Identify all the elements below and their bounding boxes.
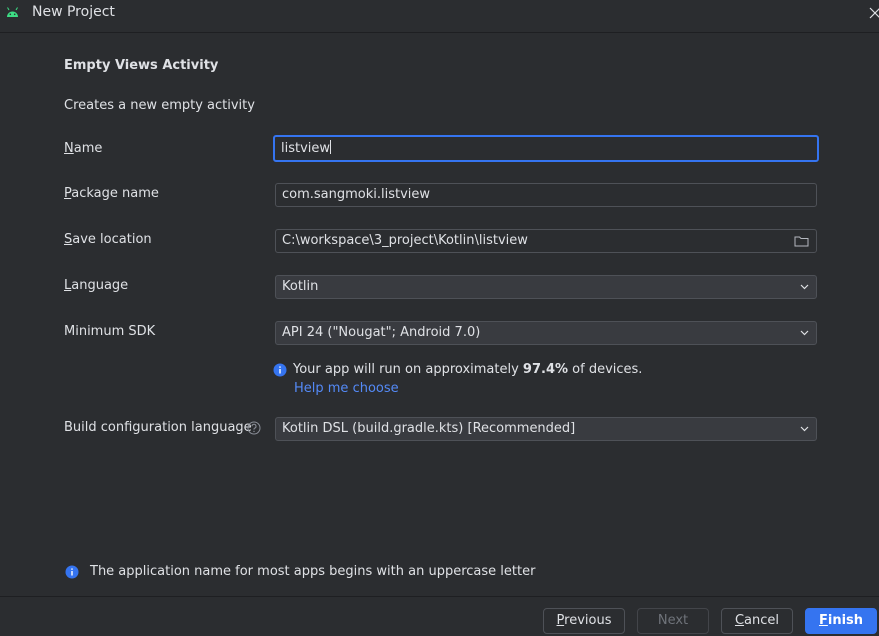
validation-message: The application name for most apps begin…: [90, 564, 536, 579]
build-config-label: Build configuration language: [64, 420, 252, 435]
footer-divider: [0, 596, 879, 597]
name-value: listview: [281, 141, 331, 156]
package-name-input[interactable]: com.sangmoki.listview: [275, 183, 817, 207]
template-title: Empty Views Activity: [64, 58, 219, 73]
previous-button[interactable]: Previous: [543, 608, 625, 634]
info-icon: [65, 565, 79, 579]
next-button[interactable]: Next: [637, 608, 709, 634]
new-project-dialog: New Project Empty Views Activity Creates…: [0, 0, 879, 636]
package-name-value: com.sangmoki.listview: [282, 187, 431, 202]
build-config-value: Kotlin DSL (build.gradle.kts) [Recommend…: [282, 421, 576, 436]
sdk-coverage-text: Your app will run on approximately 97.4%…: [293, 362, 643, 377]
build-config-dropdown[interactable]: Kotlin DSL (build.gradle.kts) [Recommend…: [275, 417, 817, 441]
language-value: Kotlin: [282, 279, 319, 294]
android-icon: [7, 7, 18, 17]
language-dropdown[interactable]: Kotlin: [275, 275, 817, 299]
title-bar: New Project: [0, 0, 879, 33]
sdk-coverage-percent: 97.4%: [522, 362, 569, 377]
name-label: Name: [64, 141, 103, 156]
cancel-button[interactable]: Cancel: [721, 608, 793, 634]
save-location-label: Save location: [64, 232, 152, 247]
window-title: New Project: [32, 4, 115, 20]
chevron-down-icon: [800, 284, 809, 290]
save-location-value: C:\workspace\3_project\Kotlin\listview: [282, 233, 528, 248]
save-location-input[interactable]: C:\workspace\3_project\Kotlin\listview: [275, 229, 817, 253]
close-icon[interactable]: [868, 6, 879, 20]
folder-icon[interactable]: [794, 234, 809, 248]
chevron-down-icon: [800, 426, 809, 432]
info-icon: [273, 363, 287, 377]
minimum-sdk-label: Minimum SDK: [64, 324, 156, 339]
chevron-down-icon: [800, 330, 809, 336]
minimum-sdk-dropdown[interactable]: API 24 ("Nougat"; Android 7.0): [275, 321, 817, 345]
question-icon[interactable]: [247, 421, 261, 435]
help-me-choose-link[interactable]: Help me choose: [294, 381, 399, 396]
language-label: Language: [64, 278, 129, 293]
minimum-sdk-value: API 24 ("Nougat"; Android 7.0): [282, 325, 481, 340]
template-description: Creates a new empty activity: [64, 98, 255, 113]
name-input[interactable]: listview: [273, 135, 819, 162]
text-caret: [330, 140, 332, 154]
package-name-label: Package name: [64, 186, 159, 201]
finish-button[interactable]: Finish: [805, 608, 877, 634]
